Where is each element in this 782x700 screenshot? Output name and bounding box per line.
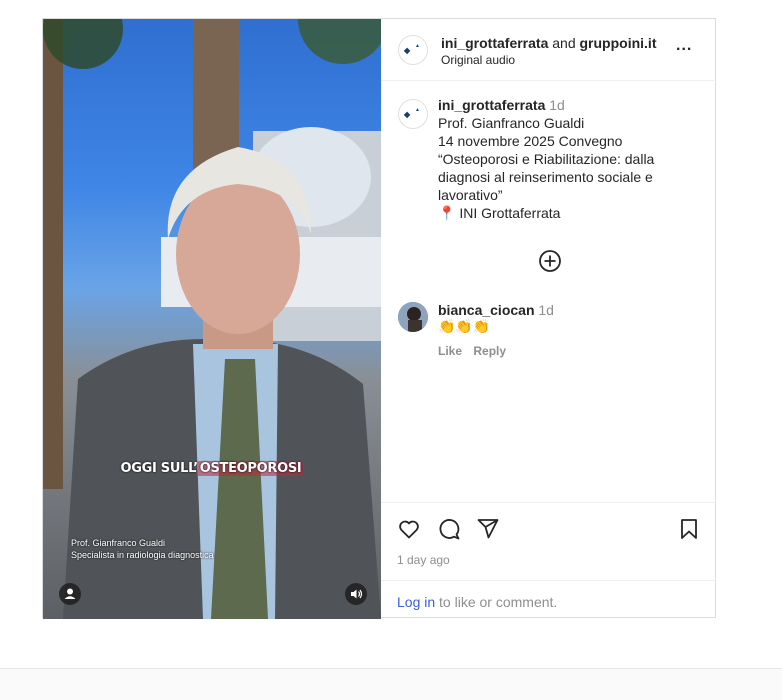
comment-button[interactable] [437, 517, 461, 541]
caption-line: “Osteoporosi e Riabilitazione: dalla [438, 151, 655, 167]
share-button[interactable] [476, 517, 500, 541]
caption-line: diagnosi al reinserimento sociale e [438, 169, 653, 185]
save-icon [681, 519, 697, 539]
author-username[interactable]: ini_grottaferrata [441, 35, 548, 51]
caption-line: Prof. Gianfranco Gualdi [438, 115, 585, 131]
instagram-post: OGGI SULL’ OSTEOPOROSI Prof. Gianfranco G… [42, 18, 717, 619]
login-bar: Log in to like or comment. [381, 580, 717, 620]
more-icon: ... [676, 37, 693, 54]
save-button[interactable] [677, 517, 701, 541]
comment-username[interactable]: bianca_ciocan [438, 302, 535, 318]
commenter-photo [398, 302, 428, 332]
comment-icon [439, 519, 460, 540]
post-caption: ini_grottaferrata 1d Prof. Gianfranco Gu… [438, 96, 708, 222]
action-section: 1 day ago Log in to like or comment. [381, 502, 717, 619]
comment-reply-button[interactable]: Reply [473, 344, 506, 358]
ini-logo-icon: ◆ [404, 46, 411, 55]
video-caption-overlay: OGGI SULL’ OSTEOPOROSI [43, 461, 381, 476]
like-button[interactable] [397, 517, 421, 541]
caption-time: 1d [549, 97, 565, 113]
post-timestamp: 1 day ago [397, 553, 450, 567]
ini-logo-mark: ▲ [415, 43, 420, 49]
share-icon [477, 519, 499, 539]
page-footer-strip [0, 668, 782, 700]
video-caption-highlight: OSTEOPOROSI [197, 461, 304, 476]
comment-like-button[interactable]: Like [438, 344, 462, 358]
audio-label[interactable]: Original audio [441, 53, 515, 67]
audio-toggle-button[interactable] [345, 583, 367, 605]
author-and: and [552, 35, 576, 51]
ini-logo-mark: ▲ [415, 107, 420, 113]
login-prompt-text: to like or comment. [435, 594, 558, 610]
user-tag-button[interactable] [59, 583, 81, 605]
post-video[interactable]: OGGI SULL’ OSTEOPOROSI Prof. Gianfranco G… [43, 19, 381, 619]
more-options-button[interactable]: ... [676, 37, 692, 55]
video-speaker-name: Prof. Gianfranco Gualdi [71, 538, 166, 548]
commenter-avatar[interactable] [398, 302, 428, 332]
video-caption-white: OGGI SULL’ [120, 461, 199, 476]
login-prompt: Log in to like or comment. [397, 594, 557, 610]
video-frame-illustration [43, 19, 381, 619]
post-sidebar: ◆ ▲ ini_grottaferrata and gruppoini.it O… [381, 19, 717, 619]
login-link[interactable]: Log in [397, 594, 435, 610]
collab-username[interactable]: gruppoini.it [580, 35, 657, 51]
comment-actions: Like Reply [438, 344, 506, 358]
caption-line: lavorativo” [438, 187, 503, 203]
post-header: ◆ ▲ ini_grottaferrata and gruppoini.it O… [381, 19, 717, 81]
caption-author-avatar[interactable]: ◆ ▲ [398, 99, 428, 129]
post-authors: ini_grottaferrata and gruppoini.it [441, 35, 681, 52]
comment-time: 1d [538, 302, 554, 318]
user-tag-icon [64, 588, 76, 599]
audio-icon [351, 589, 363, 599]
video-speaker-role: Specialista in radiologia diagnostica [71, 550, 214, 560]
caption-author[interactable]: ini_grottaferrata [438, 97, 545, 113]
comment-text: 👏👏👏 [438, 318, 491, 334]
load-more-comments-button[interactable] [537, 248, 563, 274]
caption-line: 14 novembre 2025 Convegno [438, 133, 623, 149]
caption-location: 📍 INI Grottaferrata [438, 205, 561, 221]
comment: bianca_ciocan 1d [438, 301, 554, 319]
ini-logo-icon: ◆ [404, 110, 411, 119]
video-lower-third: Prof. Gianfranco Gualdi Specialista in r… [71, 537, 214, 561]
author-avatar[interactable]: ◆ ▲ [398, 35, 428, 65]
like-icon [399, 520, 419, 539]
add-circle-icon [539, 250, 561, 272]
